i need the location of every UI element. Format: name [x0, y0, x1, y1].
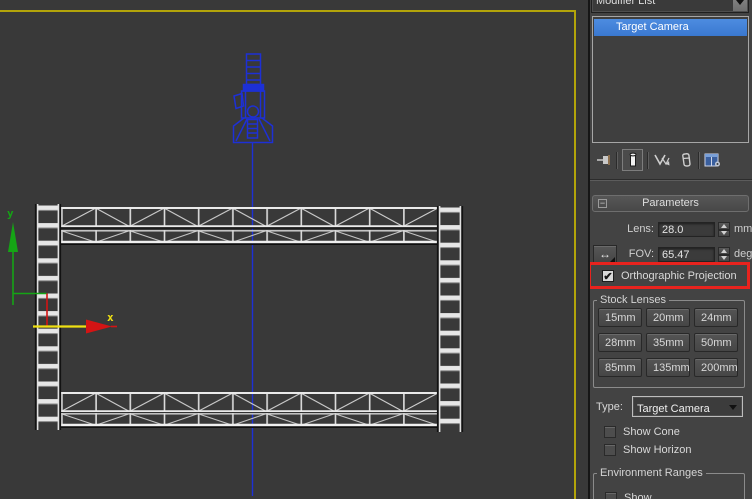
- show-cone-label: Show Cone: [623, 425, 680, 438]
- show-end-result-icon[interactable]: [622, 149, 643, 171]
- toolbar-separator: [698, 151, 700, 169]
- lens-20mm-button[interactable]: 20mm: [646, 308, 690, 327]
- modifier-list-arrow-button[interactable]: [733, 0, 747, 11]
- show-cone-checkbox[interactable]: [604, 425, 616, 438]
- orthographic-projection-label: Orthographic Projection: [621, 269, 737, 282]
- show-horizon-checkbox[interactable]: [604, 443, 616, 456]
- truss-left-ladder[interactable]: [34, 203, 62, 431]
- modifier-stack-toolbar: [590, 147, 750, 173]
- modifier-stack-list[interactable]: Target Camera: [592, 16, 749, 143]
- lens-spinner[interactable]: [718, 222, 730, 237]
- parameters-rollout-header[interactable]: − Parameters: [592, 195, 749, 212]
- panel-divider: [590, 179, 752, 181]
- lens-200mm-button[interactable]: 200mm: [694, 358, 738, 377]
- chevron-down-icon: [729, 405, 737, 410]
- make-unique-icon[interactable]: [653, 152, 671, 168]
- spinner-up-button[interactable]: [718, 222, 730, 230]
- fov-spinner[interactable]: [718, 247, 730, 262]
- env-show-label: Show: [624, 492, 652, 499]
- remove-modifier-icon[interactable]: [679, 152, 694, 168]
- fov-unit-label: deg.: [734, 248, 752, 260]
- lens-unit-label: mm: [734, 223, 752, 235]
- spinner-down-icon: [721, 256, 727, 261]
- lens-input[interactable]: 28.0: [658, 222, 715, 237]
- collapse-icon[interactable]: −: [598, 199, 607, 208]
- top-viewport[interactable]: y x: [0, 0, 588, 499]
- lens-28mm-button[interactable]: 28mm: [598, 333, 642, 352]
- fov-input[interactable]: 65.47: [658, 247, 715, 262]
- fov-label: FOV:: [628, 248, 654, 260]
- axis-x-label: x: [107, 311, 114, 324]
- camera-type-value: Target Camera: [637, 403, 710, 415]
- spinner-down-button[interactable]: [718, 229, 730, 237]
- chevron-down-icon: [736, 0, 744, 5]
- command-panel: Modifier List Target Camera − Parameters…: [588, 0, 752, 499]
- lens-50mm-button[interactable]: 50mm: [694, 333, 738, 352]
- truss-right-ladder[interactable]: [436, 205, 464, 433]
- stack-item-target-camera[interactable]: Target Camera: [594, 19, 747, 36]
- pin-stack-icon[interactable]: [596, 152, 612, 168]
- environment-ranges-group: Environment Ranges Show: [593, 467, 745, 499]
- toolbar-separator: [616, 151, 618, 169]
- type-label: Type:: [596, 401, 623, 413]
- orthographic-highlight-box: ✔ Orthographic Projection: [590, 262, 750, 289]
- configure-modifier-sets-icon[interactable]: [704, 152, 721, 168]
- lens-24mm-button[interactable]: 24mm: [694, 308, 738, 327]
- axis-y-label: y: [7, 207, 14, 220]
- lens-label: Lens:: [627, 223, 654, 235]
- rollout-title: Parameters: [642, 197, 699, 209]
- lens-35mm-button[interactable]: 35mm: [646, 333, 690, 352]
- orthographic-projection-checkbox[interactable]: ✔: [602, 269, 614, 283]
- env-show-checkbox[interactable]: [605, 492, 617, 499]
- stock-lenses-group: Stock Lenses 15mm 20mm 24mm 28mm 35mm 50…: [593, 294, 745, 388]
- camera-type-dropdown[interactable]: Target Camera: [632, 396, 743, 417]
- spinner-up-icon: [721, 248, 727, 253]
- stock-lenses-title: Stock Lenses: [600, 294, 667, 306]
- lens-15mm-button[interactable]: 15mm: [598, 308, 642, 327]
- spinner-up-button[interactable]: [718, 247, 730, 255]
- lens-135mm-button[interactable]: 135mm: [646, 358, 690, 377]
- environment-ranges-title: Environment Ranges: [600, 467, 703, 479]
- modifier-list-label: Modifier List: [596, 0, 656, 7]
- 3dsmax-window: y x Modifier List Target Camera − Parame…: [0, 0, 752, 499]
- spinner-down-button[interactable]: [718, 254, 730, 262]
- modifier-list-dropdown[interactable]: Modifier List: [591, 0, 749, 13]
- viewport-canvas[interactable]: y x: [0, 0, 588, 499]
- show-horizon-label: Show Horizon: [623, 443, 692, 456]
- lens-85mm-button[interactable]: 85mm: [598, 358, 642, 377]
- toolbar-separator: [647, 151, 649, 169]
- spinner-down-icon: [721, 231, 727, 236]
- spinner-up-icon: [721, 223, 727, 228]
